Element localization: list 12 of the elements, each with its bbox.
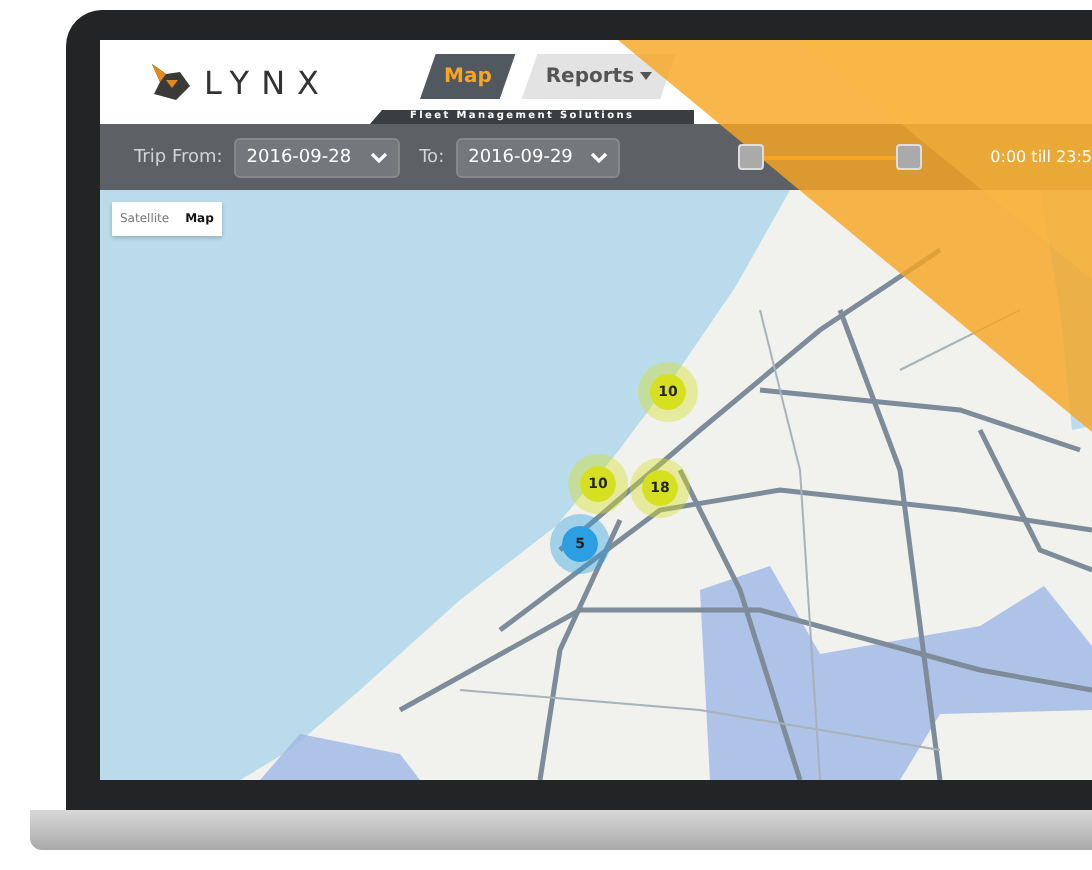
- to-date-select[interactable]: 2016-09-29: [456, 137, 621, 177]
- logo-text: LYNX: [204, 63, 331, 101]
- from-date-select[interactable]: 2016-09-28: [234, 137, 400, 177]
- time-range-text: 0:00 till 23:5: [990, 148, 1092, 166]
- to-label: To:: [419, 147, 445, 167]
- slider-handle[interactable]: [896, 143, 923, 169]
- nav-tab[interactable]: Map: [420, 53, 516, 99]
- cat-logo-icon: [148, 62, 192, 102]
- chevron-icon: [369, 151, 388, 163]
- trip-from-label: Trip From:: [134, 147, 223, 167]
- chevron-icon: [590, 151, 609, 163]
- slider-handle[interactable]: [738, 143, 765, 169]
